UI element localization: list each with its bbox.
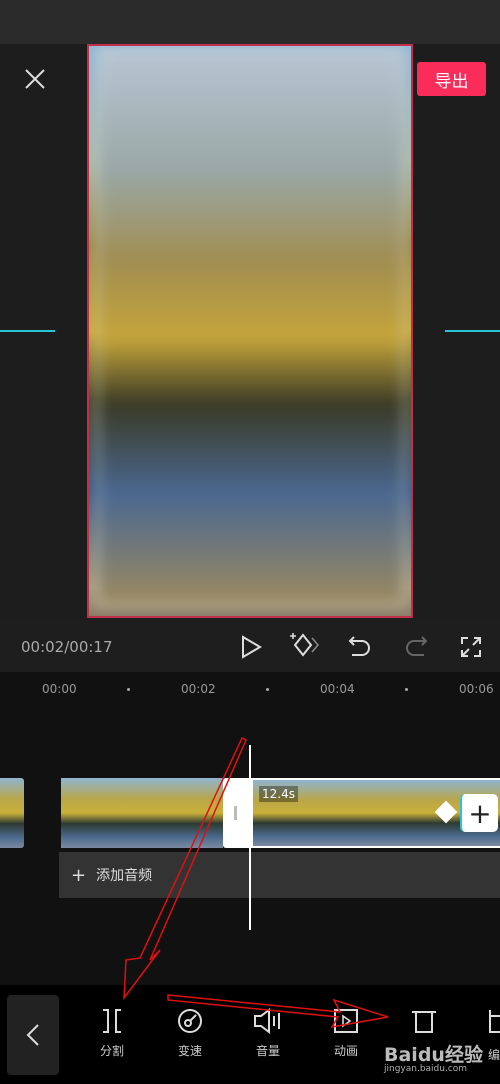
add-audio-track[interactable]: + 添加音频: [59, 852, 500, 898]
keyframe-add-icon[interactable]: [287, 630, 323, 660]
export-button[interactable]: 导出: [417, 62, 486, 96]
tool-label: 分割: [99, 1044, 124, 1058]
time-readout: 00:02/00:17: [21, 638, 113, 656]
play-icon[interactable]: [240, 635, 262, 659]
video-preview[interactable]: [87, 44, 413, 618]
tool-animation[interactable]: 动画: [316, 1008, 376, 1059]
animation-icon: [334, 1009, 358, 1033]
chevron-left-icon: [26, 1024, 39, 1046]
add-audio-label: 添加音频: [96, 868, 153, 884]
guide-line-right: [445, 330, 500, 332]
playhead[interactable]: [249, 745, 251, 930]
tool-split[interactable]: 分割: [82, 1008, 142, 1059]
split-icon: [103, 1009, 121, 1033]
time-ruler[interactable]: 00:00 00:02 00:04 00:06: [0, 672, 500, 702]
clip-duration: 12.4s: [259, 786, 298, 802]
ruler-tick: 00:04: [320, 682, 355, 696]
ruler-dot: [127, 688, 130, 691]
add-clip-button[interactable]: +: [460, 794, 498, 832]
status-bar: [0, 0, 500, 44]
ruler-tick: 00:06: [459, 682, 494, 696]
video-blur-background: [97, 48, 405, 606]
ruler-dot: [266, 688, 269, 691]
ruler-tick: 00:02: [181, 682, 216, 696]
close-icon[interactable]: [24, 68, 46, 90]
undo-icon[interactable]: [348, 635, 372, 659]
ruler-tick: 00:00: [42, 682, 77, 696]
tool-label: 动画: [333, 1044, 358, 1058]
tool-label: 变速: [177, 1044, 202, 1058]
volume-icon: [254, 1008, 280, 1034]
fullscreen-icon[interactable]: [460, 636, 482, 658]
clip-trim-handle[interactable]: [223, 778, 250, 848]
ruler-dot: [405, 688, 408, 691]
previous-clip[interactable]: [0, 778, 24, 848]
guide-line-left: [0, 330, 55, 332]
tool-label: 音量: [255, 1044, 280, 1058]
back-button[interactable]: [7, 995, 59, 1075]
watermark-url: jingyan.baidu.com: [384, 1064, 468, 1074]
redo-icon[interactable]: [404, 635, 428, 659]
tool-speed[interactable]: 变速: [160, 1008, 220, 1059]
speed-icon: [178, 1009, 202, 1033]
plus-icon: +: [71, 864, 87, 886]
watermark: Baidu经验: [384, 1044, 483, 1066]
tool-label: 编: [488, 1048, 500, 1062]
crop-icon: [412, 1011, 436, 1033]
edit-icon: [489, 1010, 500, 1033]
video-clip-1[interactable]: [61, 778, 223, 848]
tool-volume[interactable]: 音量: [238, 1008, 298, 1059]
